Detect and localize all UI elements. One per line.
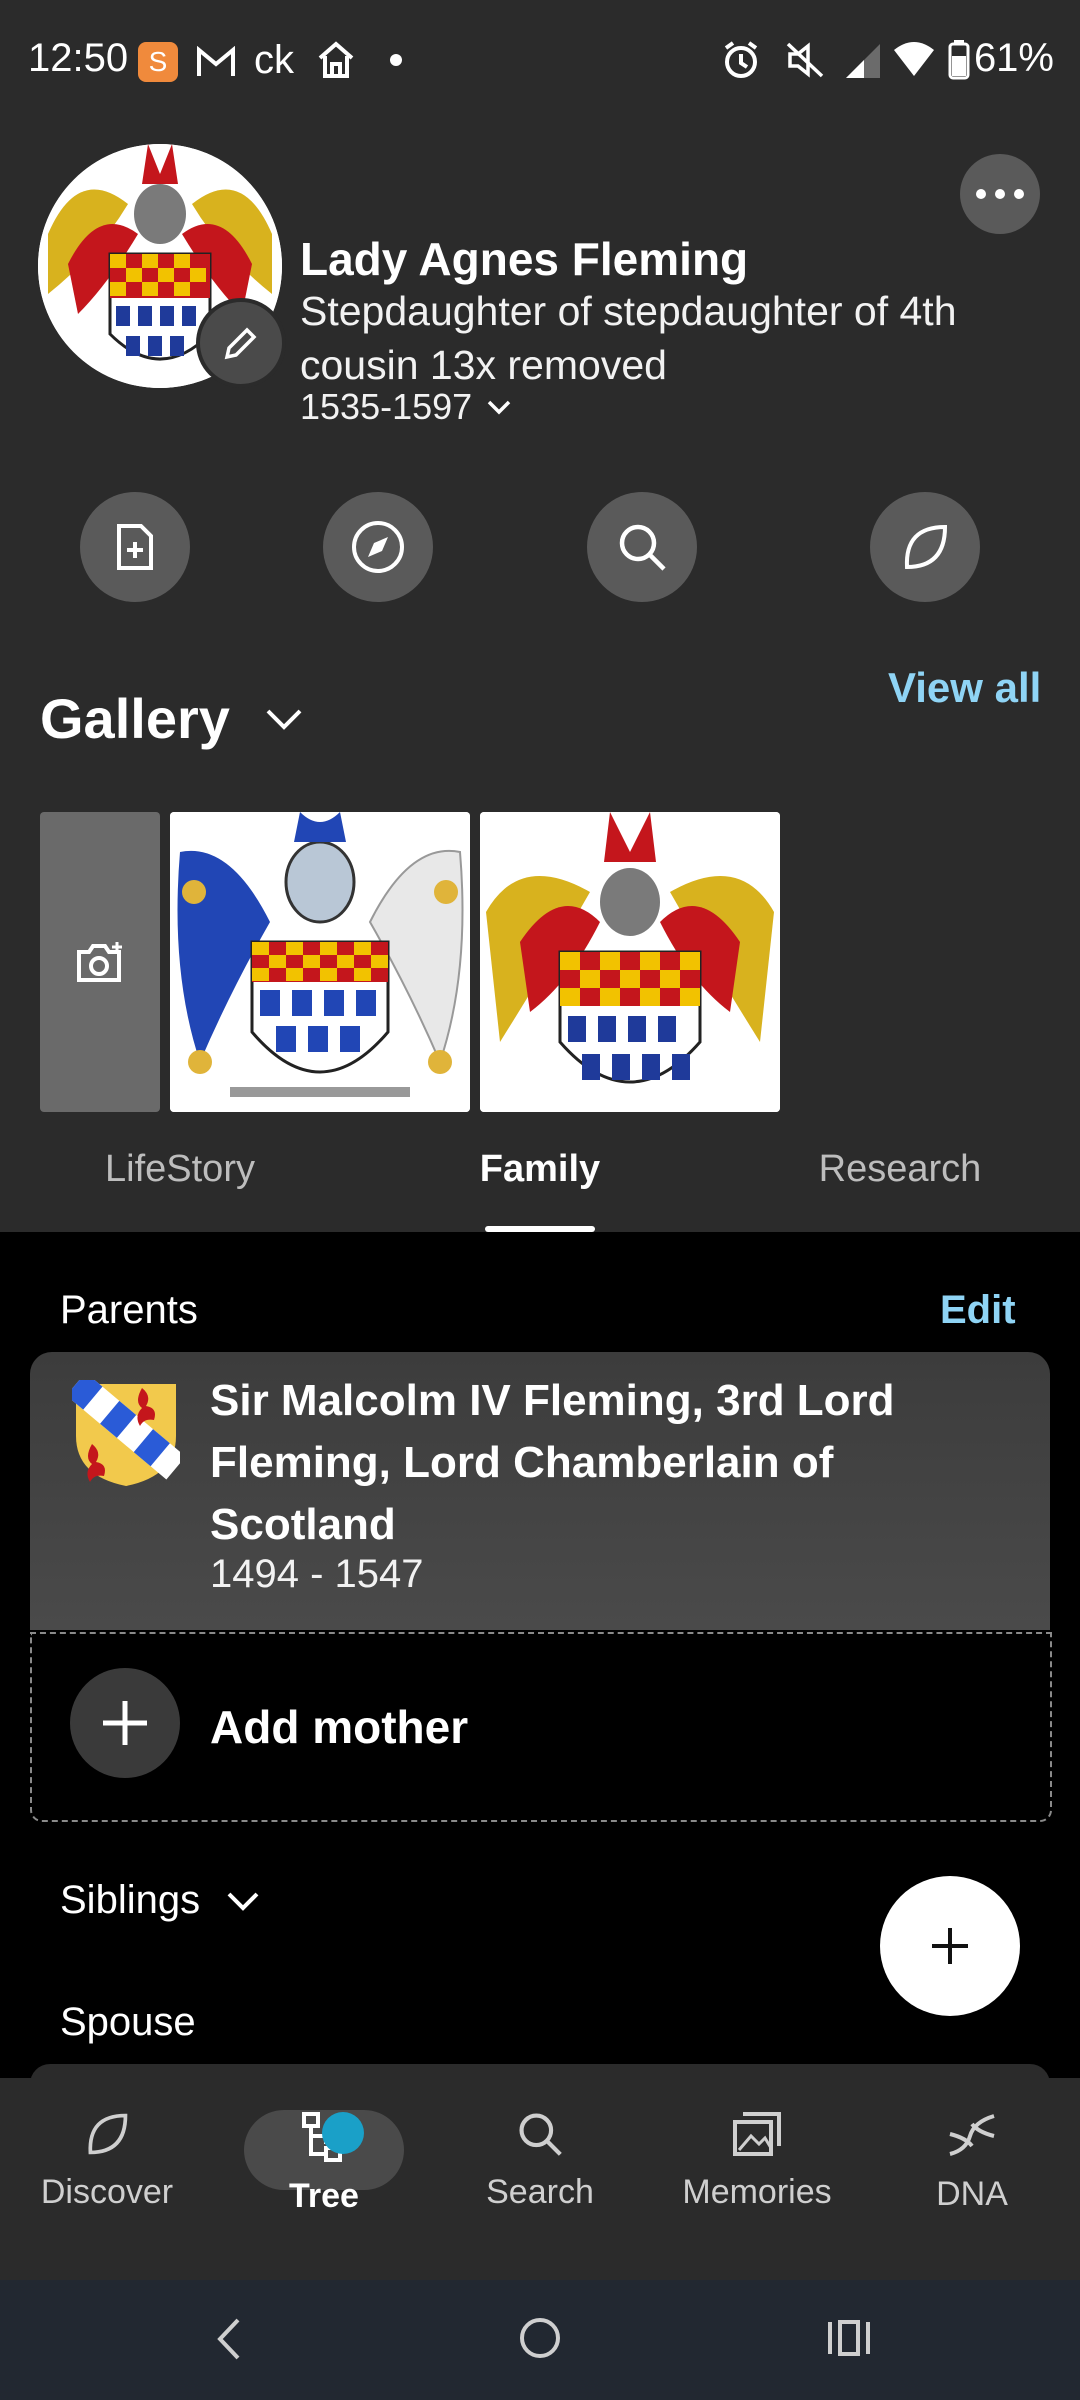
more-options-button[interactable] <box>960 154 1040 234</box>
chevron-down-icon <box>487 400 511 415</box>
search-icon <box>519 2113 562 2156</box>
explore-icon <box>352 521 404 573</box>
edit-photo-button[interactable] <box>196 298 286 388</box>
red-coat-of-arms-image <box>480 812 780 1112</box>
active-tab-indicator <box>485 1226 595 1232</box>
view-all-link[interactable]: View all <box>888 664 1041 712</box>
chevron-down-icon <box>266 709 302 730</box>
nav-memories[interactable]: Memories <box>657 2110 857 2212</box>
add-photo-button[interactable] <box>40 812 160 1112</box>
tab-lifestory[interactable]: LifeStory <box>80 1148 280 1191</box>
chevron-down-icon <box>227 1892 259 1911</box>
edit-parents-link[interactable]: Edit <box>940 1288 1016 1333</box>
mute-icon <box>786 42 824 78</box>
add-mother-button[interactable] <box>70 1668 180 1778</box>
nav-label: Search <box>486 2173 594 2211</box>
person-name: Lady Agnes Fleming <box>300 233 749 285</box>
blue-coat-of-arms-image <box>170 812 470 1112</box>
spouse-heading: Spouse <box>60 2000 196 2044</box>
pencil-icon <box>224 327 257 360</box>
add-relative-fab[interactable] <box>880 1876 1020 2016</box>
father-avatar <box>66 1372 186 1488</box>
battery-icon <box>948 40 970 80</box>
shield-crest-icon <box>66 1372 186 1486</box>
hints-button[interactable] <box>870 492 980 602</box>
gallery-dropdown[interactable]: Gallery <box>40 686 304 751</box>
notification-badge <box>322 2112 364 2154</box>
recent-apps-icon[interactable] <box>826 2318 872 2358</box>
nav-label: Tree <box>289 2177 359 2215</box>
plus-icon <box>103 1701 147 1745</box>
home-circle-icon[interactable] <box>518 2316 562 2360</box>
more-dots-icon <box>976 189 1024 199</box>
search-icon <box>619 524 666 571</box>
gallery-title: Gallery <box>40 687 230 750</box>
siblings-toggle[interactable]: Siblings <box>60 1878 260 1923</box>
parents-heading: Parents <box>60 1288 198 1332</box>
life-dates: 1535-1597 <box>300 386 473 427</box>
battery-percent: 61% <box>973 36 1054 80</box>
nav-discover[interactable]: Discover <box>7 2110 207 2212</box>
search-button[interactable] <box>587 492 697 602</box>
wifi-icon <box>894 42 934 76</box>
hints-leaf-icon <box>904 524 948 570</box>
ck-icon: ck <box>254 38 294 82</box>
signal-icon <box>846 44 880 78</box>
add-mother-label[interactable]: Add mother <box>210 1700 468 1754</box>
add-source-button[interactable] <box>80 492 190 602</box>
plus-icon <box>932 1928 968 1964</box>
status-time: 12:50 <box>28 36 129 80</box>
tab-research[interactable]: Research <box>800 1148 1000 1191</box>
gallery-photo[interactable] <box>170 812 470 1112</box>
nav-label: DNA <box>936 2175 1008 2213</box>
nav-label: Discover <box>40 2173 174 2211</box>
nav-dna[interactable]: DNA <box>872 2110 1072 2214</box>
alarm-icon <box>724 41 758 78</box>
s-app-icon: S <box>138 42 178 82</box>
add-photo-camera-icon <box>77 942 122 982</box>
photos-icon <box>733 2112 781 2156</box>
gallery-photo[interactable] <box>480 812 780 1112</box>
explore-button[interactable] <box>323 492 433 602</box>
nav-label: Memories <box>682 2173 832 2211</box>
relationship-text: Stepdaughter of stepdaughter of 4th cous… <box>300 288 957 388</box>
system-navigation-bar <box>0 2280 1080 2400</box>
father-dates: 1494 - 1547 <box>210 1552 424 1596</box>
add-mother-row[interactable] <box>30 1632 1052 1822</box>
home-icon <box>318 41 354 78</box>
leaf-icon <box>88 2113 128 2155</box>
father-name: Sir Malcolm IV Fleming, 3rd Lord Fleming… <box>210 1376 895 1549</box>
nav-search[interactable]: Search <box>440 2110 640 2212</box>
status-bar: 12:50 S ck 61% <box>0 0 1080 120</box>
life-dates-toggle[interactable]: 1535-1597 <box>300 386 512 428</box>
tab-family[interactable]: Family <box>440 1148 640 1191</box>
back-icon[interactable] <box>214 2316 244 2362</box>
add-source-icon <box>117 524 153 570</box>
gmail-icon <box>197 46 235 76</box>
dot-icon <box>390 54 402 66</box>
dna-icon <box>949 2114 995 2156</box>
siblings-heading: Siblings <box>60 1878 201 1922</box>
